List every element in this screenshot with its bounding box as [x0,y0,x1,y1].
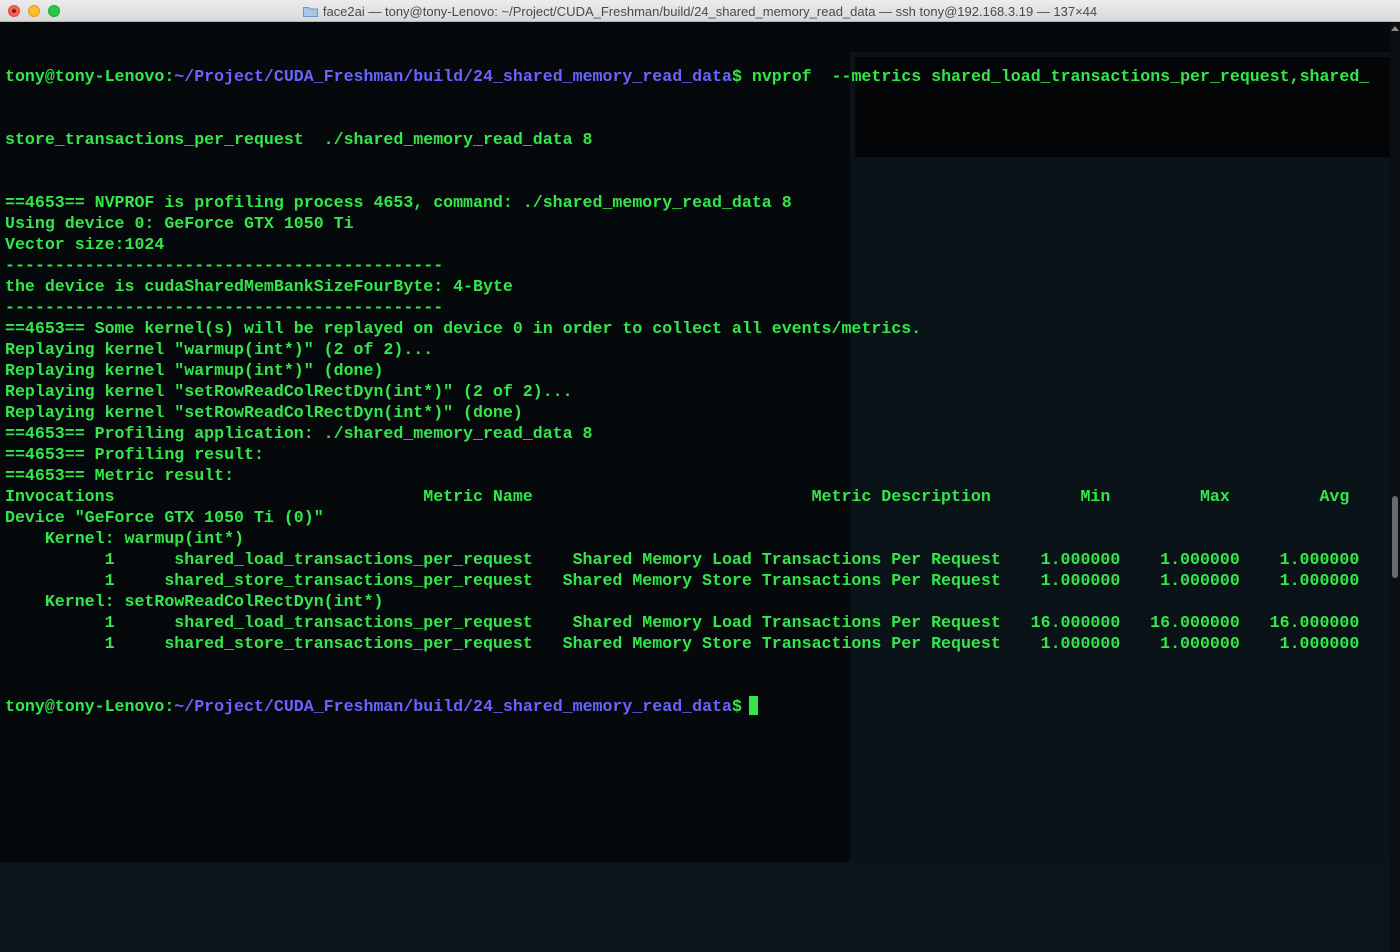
prompt-separator: : [164,67,175,86]
command-continuation: store_transactions_per_request ./shared_… [5,130,593,149]
command-text: nvprof --metrics shared_load_transaction… [741,67,1370,86]
output-line: Replaying kernel "setRowReadColRectDyn(i… [5,382,573,401]
prompt-user-host: tony@tony-Lenovo [5,67,165,86]
output-line: ==4653== Metric result: [5,466,235,485]
output-line: ----------------------------------------… [5,256,444,275]
vertical-scrollbar[interactable] [1390,22,1400,952]
output-line: ==4653== NVPROF is profiling process 465… [5,193,792,212]
prompt-path: ~/Project/CUDA_Freshman/build/24_shared_… [174,67,732,86]
output-line: Replaying kernel "warmup(int*)" (done) [5,361,384,380]
window-title: face2ai — tony@tony-Lenovo: ~/Project/CU… [322,3,1098,19]
output-line: Kernel: warmup(int*) [5,529,244,548]
output-block: ==4653== NVPROF is profiling process 465… [5,192,1390,654]
prompt-symbol: $ [731,697,742,716]
output-line: Invocations Metric Name Metric Descripti… [5,487,1350,506]
scroll-up-icon[interactable] [1391,26,1399,31]
output-line: 1 shared_load_transactions_per_request S… [5,613,1360,632]
output-line: 1 shared_store_transactions_per_request … [5,571,1360,590]
output-line: ==4653== Profiling result: [5,445,264,464]
terminal-window[interactable]: face2ai — tony@tony-Lenovo: ~/Project/CU… [0,0,1400,952]
scrollbar-thumb[interactable] [1392,496,1398,578]
output-line: Vector size:1024 [5,235,165,254]
prompt-symbol: $ [731,67,742,86]
output-line: Using device 0: GeForce GTX 1050 Ti [5,214,354,233]
output-line: 1 shared_load_transactions_per_request S… [5,550,1360,569]
output-line: Kernel: setRowReadColRectDyn(int*) [5,592,384,611]
prompt-path: ~/Project/CUDA_Freshman/build/24_shared_… [174,697,732,716]
output-line: ==4653== Some kernel(s) will be replayed… [5,319,922,338]
output-line: ==4653== Profiling application: ./shared… [5,424,593,443]
current-prompt-line[interactable]: tony@tony-Lenovo:~/Project/CUDA_Freshman… [5,696,1390,717]
output-line: Replaying kernel "warmup(int*)" (2 of 2)… [5,340,434,359]
terminal-output[interactable]: tony@tony-Lenovo:~/Project/CUDA_Freshman… [5,24,1390,759]
command-line: tony@tony-Lenovo:~/Project/CUDA_Freshman… [5,66,1390,87]
folder-icon [302,6,318,17]
prompt-user-host: tony@tony-Lenovo [5,697,165,716]
prompt-separator: : [164,697,175,716]
output-line: Replaying kernel "setRowReadColRectDyn(i… [5,403,523,422]
output-line: the device is cudaSharedMemBankSizeFourB… [5,277,513,296]
output-line: 1 shared_store_transactions_per_request … [5,634,1360,653]
title-bar[interactable]: face2ai — tony@tony-Lenovo: ~/Project/CU… [0,0,1400,22]
output-line: ----------------------------------------… [5,298,444,317]
text-cursor [748,696,758,715]
output-line: Device "GeForce GTX 1050 Ti (0)" [5,508,324,527]
